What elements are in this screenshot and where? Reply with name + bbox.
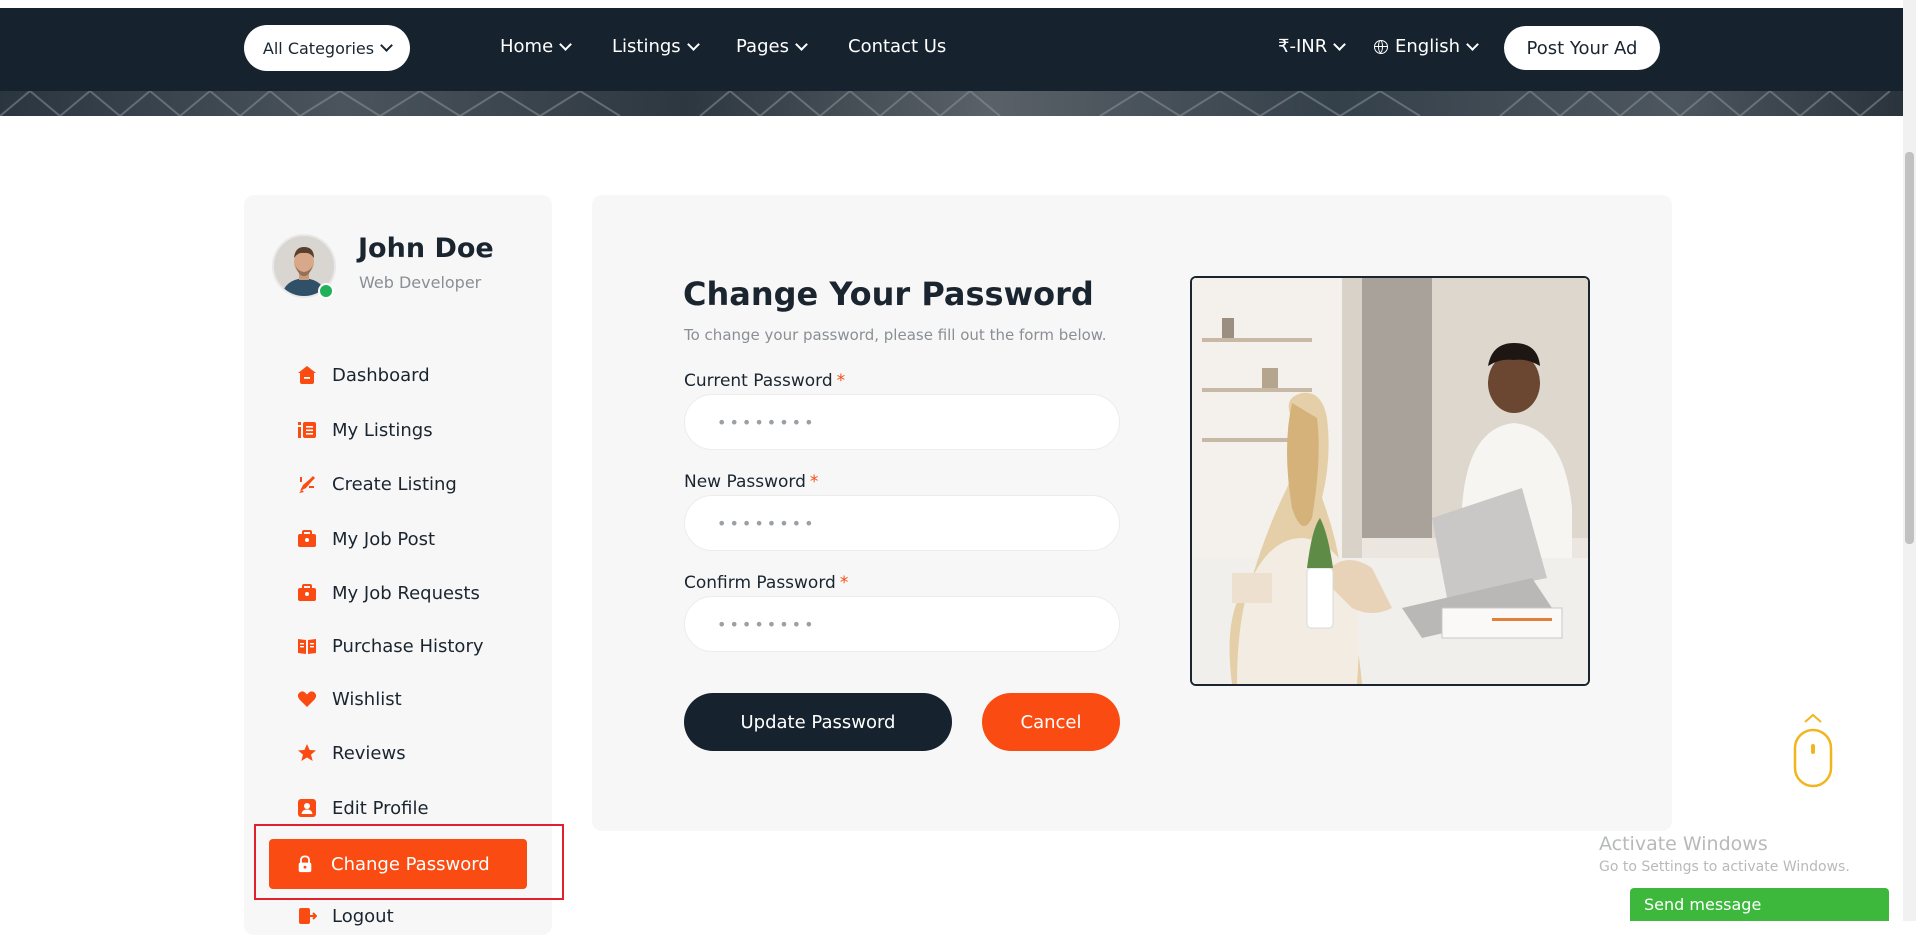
chevron-down-icon [1466,37,1479,51]
sidebar-item-label: Edit Profile [332,797,429,819]
sidebar-item-edit-profile[interactable]: Edit Profile [296,793,429,823]
post-your-ad-button[interactable]: Post Your Ad [1504,26,1660,70]
sidebar-item-label: My Listings [332,419,433,441]
sidebar-item-my-listings[interactable]: My Listings [296,415,433,445]
new-password-field[interactable] [684,495,1120,551]
scroll-to-top-mouse-icon[interactable] [1793,710,1833,790]
new-password-label-text: New Password [684,472,806,492]
top-strip [0,0,1916,8]
page-scrollbar-thumb[interactable] [1905,152,1914,544]
lock-icon [295,854,315,874]
confirm-password-label-text: Confirm Password [684,573,836,593]
required-mark: * [836,371,846,391]
book-icon [296,635,318,657]
send-message-button[interactable]: Send message [1630,888,1889,921]
dashboard-sidebar [244,195,552,935]
sidebar-item-label: My Job Requests [332,582,480,604]
activate-windows-subtitle: Go to Settings to activate Windows. [1599,859,1850,875]
sidebar-item-label: Wishlist [332,688,402,710]
heart-icon [296,688,318,710]
nav-contact-label: Contact Us [848,36,947,57]
currency-dropdown[interactable]: ₹-INR [1278,36,1347,57]
sidebar-item-label: Logout [332,905,394,927]
sidebar-item-label: Reviews [332,742,406,764]
nav-pages[interactable]: Pages [736,36,808,57]
required-mark: * [839,573,849,593]
confirm-password-label: Confirm Password * [684,573,848,593]
chevron-down-icon [686,37,700,51]
sidebar-item-create-listing[interactable]: Create Listing [296,469,457,499]
list-icon [296,419,318,441]
nav-home[interactable]: Home [500,36,573,57]
star-icon [296,742,318,764]
current-password-field[interactable] [684,394,1120,450]
nav-pages-label: Pages [736,36,789,57]
language-label: English [1395,36,1460,57]
current-password-label: Current Password * [684,371,845,391]
all-categories-label: All Categories [262,38,375,58]
online-status-dot [318,283,334,299]
current-password-label-text: Current Password [684,371,833,391]
confirm-password-field[interactable] [684,596,1120,652]
nav-home-label: Home [500,36,554,57]
sidebar-item-purchase-history[interactable]: Purchase History [296,631,484,661]
nav-contact-us[interactable]: Contact Us [848,36,946,57]
nav-listings-label: Listings [612,36,681,57]
logout-icon [296,905,318,927]
hero-banner-strip [0,91,1903,116]
currency-label: ₹-INR [1278,36,1328,57]
sidebar-item-label: Dashboard [332,364,430,386]
office-illustration-image [1190,276,1590,686]
user-name: John Doe [358,233,494,264]
briefcase-icon [296,582,318,604]
nav-listings[interactable]: Listings [612,36,700,57]
chevron-down-icon [1333,37,1347,51]
form-subtitle: To change your password, please fill out… [684,326,1107,344]
user-card-icon [296,797,318,819]
activate-windows-title: Activate Windows [1599,833,1768,855]
sidebar-item-dashboard[interactable]: Dashboard [296,360,430,390]
home-icon [296,364,318,386]
user-role: Web Developer [359,273,482,292]
sidebar-item-label: Create Listing [332,473,457,495]
cancel-button[interactable]: Cancel [982,693,1120,751]
globe-icon [1374,39,1388,54]
site-header: All Categories Home Listings Pages Conta… [0,8,1903,116]
megaphone-icon [296,473,318,495]
page-title: Change Your Password [683,275,1094,313]
update-password-button[interactable]: Update Password [684,693,952,751]
required-mark: * [809,472,819,492]
language-dropdown[interactable]: English [1374,36,1479,57]
chevron-down-icon [380,39,393,52]
sidebar-item-label: My Job Post [332,528,436,550]
sidebar-item-my-job-post[interactable]: My Job Post [296,524,435,554]
chevron-down-icon [795,37,808,51]
new-password-label: New Password * [684,472,818,492]
sidebar-item-label: Purchase History [332,635,484,657]
briefcase-icon [296,528,318,550]
sidebar-item-label: Change Password [331,853,490,875]
main-navbar: All Categories Home Listings Pages Conta… [0,8,1903,91]
sidebar-item-wishlist[interactable]: Wishlist [296,684,402,714]
sidebar-item-logout[interactable]: Logout [296,901,394,931]
chevron-down-icon [559,37,573,51]
all-categories-dropdown[interactable]: All Categories [244,25,410,71]
sidebar-item-my-job-requests[interactable]: My Job Requests [296,578,480,608]
sidebar-item-reviews[interactable]: Reviews [296,738,406,768]
sidebar-item-change-password[interactable]: Change Password [269,839,527,889]
